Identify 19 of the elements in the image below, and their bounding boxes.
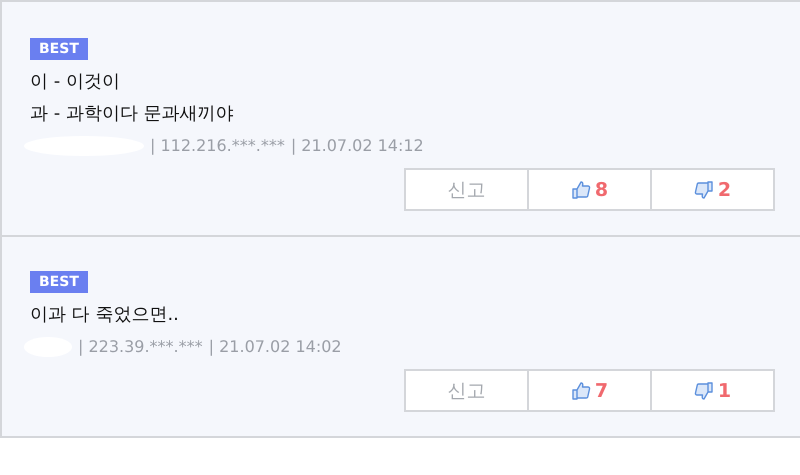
comment-text: 이 - 이것이 xyxy=(30,70,120,94)
best-badge: BEST xyxy=(30,38,88,60)
thumbs-down-icon xyxy=(694,180,714,200)
thumbs-up-icon xyxy=(570,180,591,200)
like-button[interactable]: 8 xyxy=(527,168,652,211)
ip-address: | 223.39.***.*** xyxy=(78,336,203,358)
thumbs-down-icon xyxy=(694,380,714,400)
comment-date: | 21.07.02 14:02 xyxy=(208,336,342,358)
dislike-button[interactable]: 1 xyxy=(650,369,775,412)
comment-date: | 21.07.02 14:12 xyxy=(290,135,424,157)
best-badge: BEST xyxy=(30,271,88,293)
ip-address: | 112.216.***.*** xyxy=(150,135,285,157)
comment-text: 과 - 과학이다 문과새끼야 xyxy=(30,102,234,126)
comment-text: 이과 다 죽었으면.. xyxy=(30,303,179,327)
like-button[interactable]: 7 xyxy=(527,369,652,412)
report-button[interactable]: 신고 xyxy=(404,369,529,412)
thumbs-up-icon xyxy=(570,380,591,400)
dislike-button[interactable]: 2 xyxy=(650,168,775,211)
report-button[interactable]: 신고 xyxy=(404,168,529,211)
